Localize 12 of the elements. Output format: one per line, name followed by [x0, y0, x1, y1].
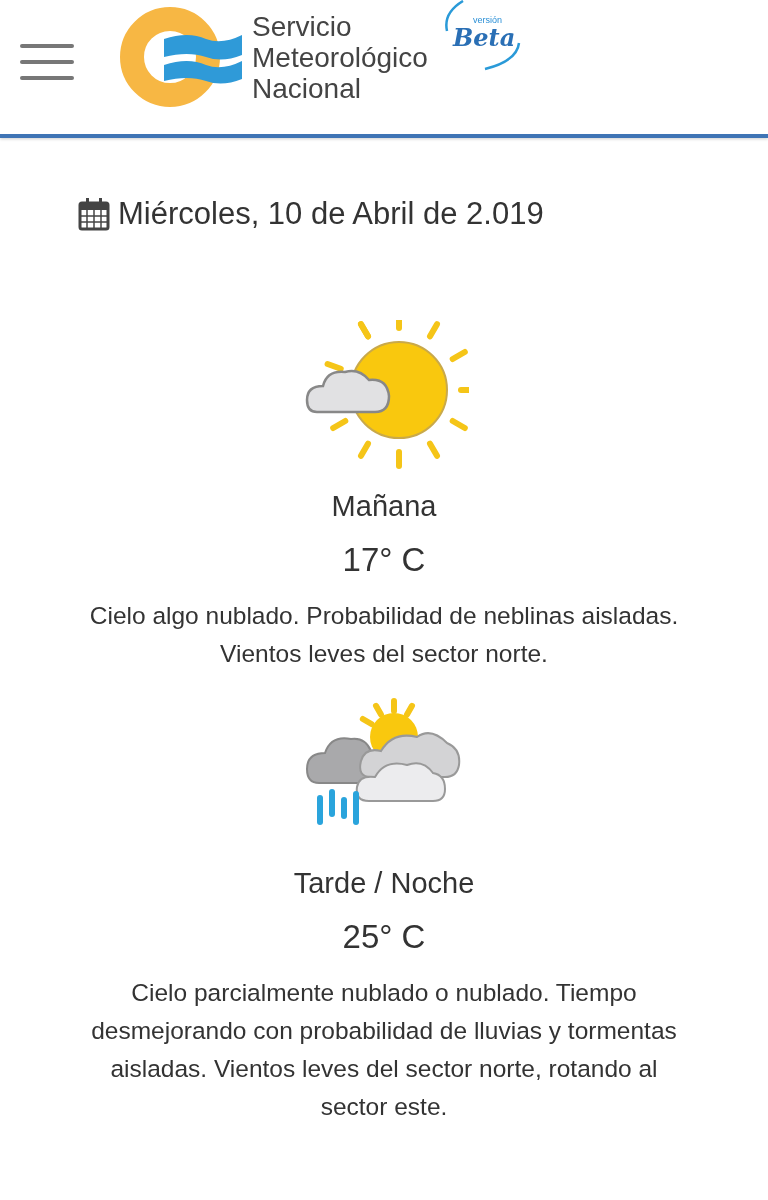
logo-text: Servicio [252, 10, 353, 42]
temperature: 17° C [342, 541, 426, 579]
logo-text: Meteorológico [252, 41, 428, 73]
forecast-description: Cielo algo nublado. Probabilidad de neblinas aisladas. Vientos leves del sector norte. [88, 601, 680, 669]
logo-text: Nacional [252, 72, 361, 104]
beta-label: Beta [453, 23, 516, 52]
period-label: Tarde / Noche [293, 867, 475, 900]
temperature: 25° C [342, 918, 426, 956]
version-label: versión [473, 15, 502, 25]
forecast-description: Cielo parcialmente nublado o nublado. Tiempo desmejorando con probabilidad de lluvias y tormentas aisladas. Vientos leves del sector norte, rotando al sector este. [90, 978, 678, 1122]
date-text: Miércoles, 10 de Abril de 2.019 [118, 196, 544, 232]
period-label: Mañana [331, 490, 437, 523]
